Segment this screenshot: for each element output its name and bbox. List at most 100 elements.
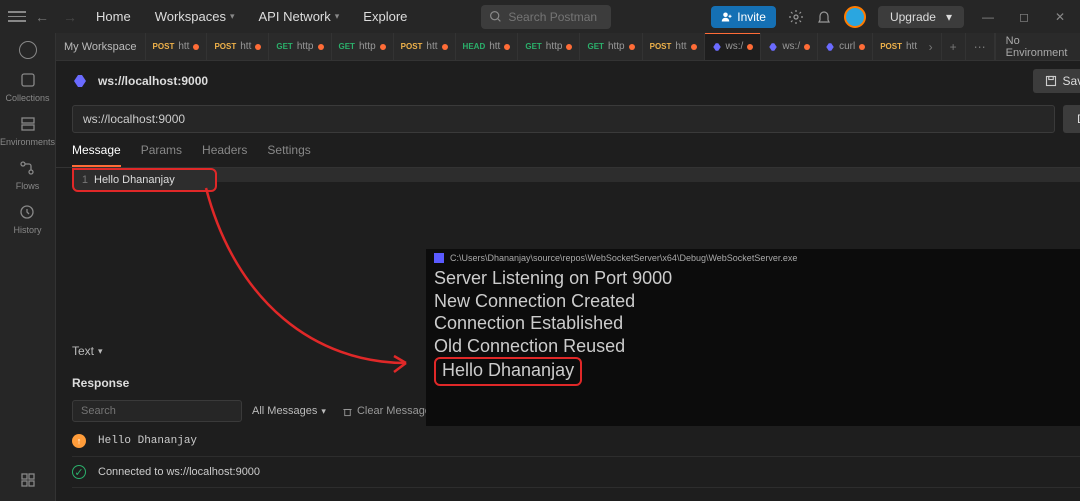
request-tab[interactable]: POSThtt — [643, 33, 705, 60]
close-button[interactable]: ✕ — [1048, 5, 1072, 29]
unsaved-dot-icon — [255, 44, 261, 50]
tabs-scroll-right[interactable]: › — [921, 33, 942, 60]
tab-label: http — [297, 41, 314, 52]
unsaved-dot-icon — [747, 44, 753, 50]
request-tab[interactable]: HEADhtt — [456, 33, 519, 60]
nav-workspaces[interactable]: Workspaces▾ — [145, 0, 245, 33]
tab-params[interactable]: Params — [141, 143, 182, 167]
save-button[interactable]: Save — [1033, 69, 1080, 93]
method-badge: POST — [214, 42, 236, 51]
terminal-title: C:\Users\Dhananjay\source\repos\WebSocke… — [434, 253, 1080, 263]
tab-label: ws:/ — [782, 41, 800, 52]
sidebar: Collections Environments Flows History — [0, 33, 56, 501]
request-tab[interactable]: ws:/ — [705, 33, 762, 60]
upgrade-button[interactable]: Upgrade▾ — [878, 6, 964, 28]
request-title: ws://localhost:9000 — [98, 74, 208, 88]
tab-label: htt — [675, 41, 686, 52]
invite-button[interactable]: Invite — [711, 6, 776, 28]
tab-label: htt — [240, 41, 251, 52]
unsaved-dot-icon — [504, 44, 510, 50]
back-button[interactable]: ← — [30, 5, 54, 29]
tab-message[interactable]: Message — [72, 143, 121, 167]
search-input[interactable] — [508, 10, 598, 24]
forward-button[interactable]: → — [58, 5, 82, 29]
sidebar-flows[interactable]: Flows — [16, 159, 40, 191]
sidebar-user[interactable] — [19, 41, 37, 59]
topbar: ← → Home Workspaces▾ API Network▾ Explor… — [0, 0, 1080, 33]
terminal-line: New Connection Created — [434, 291, 635, 311]
websocket-icon — [825, 42, 835, 52]
exe-icon — [434, 253, 444, 263]
message-text[interactable]: Hello Dhananjay — [94, 172, 175, 188]
request-tab[interactable]: GEThttp — [332, 33, 394, 60]
request-tab[interactable]: POST htt — [207, 33, 269, 60]
line-number: 1 — [74, 172, 94, 188]
search-box[interactable] — [481, 5, 611, 29]
request-tab[interactable]: ws:/ — [761, 33, 818, 60]
nav-explore[interactable]: Explore — [353, 0, 417, 33]
tab-label: htt — [178, 41, 189, 52]
method-badge: GET — [276, 42, 292, 51]
body-type-toggle[interactable]: Text▾ — [72, 344, 103, 358]
terminal-line-highlighted: Hello Dhananjay — [434, 357, 582, 386]
grid-icon — [19, 471, 37, 489]
tab-label: htt — [426, 41, 437, 52]
request-tab[interactable]: POSThtt — [873, 33, 920, 60]
sidebar-history[interactable]: History — [13, 203, 41, 235]
message-editor[interactable]: 1 Hello Dhananjay — [72, 168, 217, 192]
response-search[interactable] — [72, 400, 242, 422]
sidebar-collections[interactable]: Collections — [5, 71, 49, 103]
check-icon: ✓ — [72, 465, 86, 479]
disconnect-button[interactable]: Disconnect — [1063, 105, 1080, 133]
message-row[interactable]: ↑Hello Dhananjay00:43:13▾ — [72, 426, 1080, 457]
unsaved-dot-icon — [629, 44, 635, 50]
request-tab[interactable]: curl — [818, 33, 873, 60]
request-tab[interactable]: POSThtt — [146, 33, 208, 60]
request-tab[interactable]: GEThttp — [518, 33, 580, 60]
unsaved-dot-icon — [859, 44, 865, 50]
method-badge: POST — [401, 42, 423, 51]
maximize-button[interactable]: ◻ — [1012, 5, 1036, 29]
menu-icon[interactable] — [8, 11, 26, 22]
sidebar-apps[interactable] — [19, 471, 37, 489]
new-tab-button[interactable]: + — [942, 33, 966, 60]
clear-messages[interactable]: Clear Messages — [342, 405, 436, 417]
request-tab[interactable]: POSThtt — [394, 33, 456, 60]
tab-headers[interactable]: Headers — [202, 143, 247, 167]
minimize-button[interactable]: — — [976, 5, 1000, 29]
bell-icon[interactable] — [816, 9, 832, 25]
history-icon — [18, 203, 36, 221]
unsaved-dot-icon — [318, 44, 324, 50]
environment-selector[interactable]: No Environment▾ — [995, 33, 1080, 60]
tab-label: http — [608, 41, 625, 52]
unsaved-dot-icon — [691, 44, 697, 50]
message-row[interactable]: ✓Connected to ws://localhost:900000:43:0… — [72, 457, 1080, 488]
websocket-icon — [712, 42, 722, 52]
message-text: Connected to ws://localhost:9000 — [98, 466, 260, 478]
message-text: Hello Dhananjay — [98, 435, 197, 447]
url-row: ws://localhost:9000 Disconnect — [56, 101, 1080, 137]
terminal-line: Connection Established — [434, 313, 623, 333]
tab-settings[interactable]: Settings — [267, 143, 310, 167]
main: My Workspace POSThttPOSThttGEThttpGEThtt… — [56, 33, 1080, 501]
nav-home[interactable]: Home — [86, 0, 141, 33]
avatar[interactable] — [844, 6, 866, 28]
workspace-label[interactable]: My Workspace — [56, 33, 146, 60]
unsaved-dot-icon — [193, 44, 199, 50]
tab-options[interactable]: ⋯ — [966, 33, 995, 60]
request-tab[interactable]: GET http — [580, 33, 642, 60]
unsaved-dot-icon — [442, 44, 448, 50]
sidebar-environments[interactable]: Environments — [0, 115, 55, 147]
tab-label: http — [546, 41, 563, 52]
url-input[interactable]: ws://localhost:9000 — [72, 105, 1055, 133]
method-badge: POST — [650, 42, 672, 51]
trash-icon — [342, 406, 353, 417]
gear-icon[interactable] — [788, 9, 804, 25]
collections-icon — [19, 71, 37, 89]
method-badge: GET — [587, 42, 603, 51]
tab-label: http — [359, 41, 376, 52]
request-tab[interactable]: GET http — [269, 33, 331, 60]
all-messages-filter[interactable]: All Messages▾ — [252, 405, 326, 417]
nav-api-network[interactable]: API Network▾ — [249, 0, 350, 33]
environments-icon — [19, 115, 37, 133]
